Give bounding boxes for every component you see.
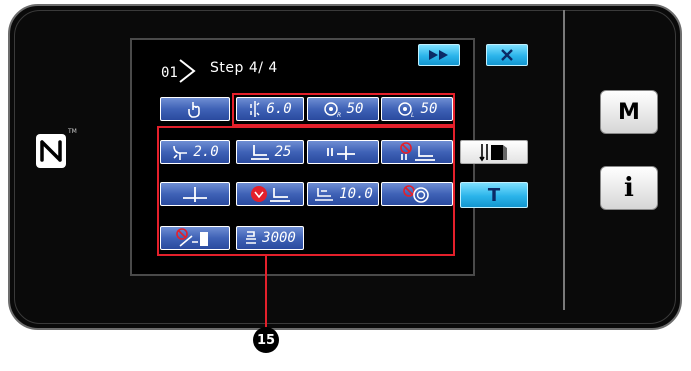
highlight-box-main: [157, 126, 455, 256]
highlight-box-top: [232, 93, 455, 126]
nfc-trademark: TM: [68, 128, 77, 135]
close-icon: [501, 49, 513, 61]
hand-pointer-icon: [188, 102, 200, 118]
callout-number: 15: [253, 327, 279, 353]
step-icon-text: 01: [161, 65, 178, 81]
hand-button[interactable]: [160, 97, 230, 121]
info-button[interactable]: i: [600, 166, 658, 210]
m-button[interactable]: M: [600, 90, 658, 134]
fast-forward-icon: [429, 50, 448, 60]
step-icon: 01: [161, 59, 196, 83]
callout-leader-line: [265, 256, 267, 328]
t-button[interactable]: T: [460, 182, 528, 208]
thread-trim-icon: [479, 144, 507, 162]
thread-trim-button[interactable]: [460, 140, 528, 164]
nfc-icon: [36, 134, 66, 168]
panel-divider: [563, 10, 565, 310]
step-label: Step 4/ 4: [210, 60, 278, 76]
close-button[interactable]: [486, 44, 528, 66]
fast-forward-button[interactable]: [418, 44, 460, 66]
